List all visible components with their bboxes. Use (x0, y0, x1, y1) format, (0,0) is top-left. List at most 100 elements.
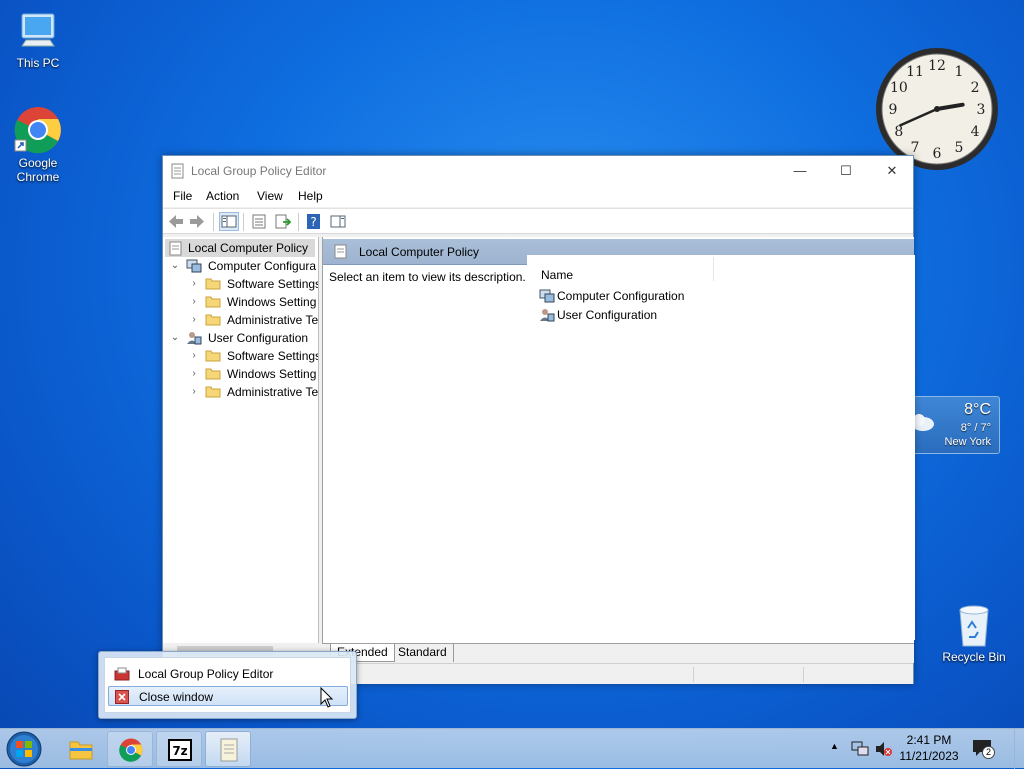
minimize-button[interactable]: — (777, 156, 823, 185)
tree-item-administrative-templates[interactable]: › Administrative Te (163, 383, 318, 401)
tree-item-label: Administrative Te (227, 313, 319, 327)
jumplist-item-label: Close window (139, 690, 214, 704)
clock-numeral: 7 (911, 140, 920, 156)
back-arrow-icon[interactable] (167, 213, 185, 230)
clock-numeral: 2 (971, 80, 980, 96)
taskbar-gpedit[interactable] (205, 731, 251, 767)
weather-range: 8° / 7° (960, 422, 991, 434)
computer-config-icon (539, 289, 555, 303)
folder-icon (205, 368, 221, 380)
chevron-right-icon[interactable]: › (189, 347, 199, 365)
desktop-icon-google-chrome[interactable]: Google Chrome (0, 106, 76, 184)
taskbar-file-explorer[interactable] (58, 731, 104, 767)
menu-action[interactable]: Action (206, 189, 239, 203)
taskbar-clock[interactable]: 2:41 PM 11/21/2023 (896, 732, 962, 764)
close-button[interactable]: ✕ (869, 156, 915, 185)
volume-muted-icon[interactable] (875, 741, 893, 757)
folder-icon (205, 278, 221, 290)
description-text: Select an item to view its description. (329, 270, 526, 284)
tree-pane[interactable]: Local Computer Policy ⌄ Computer Configu… (163, 237, 319, 647)
chevron-right-icon[interactable]: › (189, 383, 199, 401)
chevron-down-icon[interactable]: ⌄ (170, 257, 180, 275)
menu-help[interactable]: Help (298, 189, 323, 203)
desktop-icon-recycle-bin[interactable]: Recycle Bin (936, 602, 1012, 664)
taskbar-chrome[interactable] (107, 731, 153, 767)
tree-item-label: Software Settings (227, 349, 319, 363)
tree-item-software-settings[interactable]: › Software Settings (163, 347, 319, 365)
tree-item-windows-settings[interactable]: › Windows Setting (163, 293, 318, 311)
notification-count-badge: 2 (982, 746, 995, 759)
chevron-right-icon[interactable]: › (189, 365, 199, 383)
tree-item-windows-settings[interactable]: › Windows Setting (163, 365, 318, 383)
gpedit-icon (220, 738, 238, 762)
clock-numeral: 4 (971, 124, 980, 140)
column-header-name[interactable]: Name (541, 268, 573, 282)
properties-icon[interactable] (250, 213, 268, 230)
jumplist-item-gpedit[interactable]: Local Group Policy Editor (108, 664, 348, 684)
clock-numeral: 5 (955, 140, 964, 156)
column-header: Name (527, 255, 915, 283)
items-list[interactable]: Name Computer Configuration User Configu… (527, 255, 915, 640)
desktop-icon-this-pc[interactable]: This PC (0, 10, 76, 70)
chevron-right-icon[interactable]: › (189, 275, 199, 293)
show-hide-tree-icon[interactable] (219, 212, 239, 231)
show-desktop-button[interactable] (1014, 729, 1024, 769)
clock-gadget[interactable]: 12 1 2 3 4 5 6 7 8 9 10 11 (874, 46, 1000, 172)
chevron-right-icon[interactable]: › (189, 311, 199, 329)
desktop-icon-label: Recycle Bin (942, 650, 1006, 664)
7zip-icon: 7z (168, 739, 192, 761)
start-button[interactable] (4, 730, 44, 768)
show-hidden-icons-arrow[interactable]: ▲ (830, 741, 839, 751)
gpedit-window[interactable]: Local Group Policy Editor — ☐ ✕ File Act… (162, 155, 915, 684)
forward-arrow-icon[interactable] (188, 213, 206, 230)
toolbar: ? (163, 208, 913, 234)
window-title: Local Group Policy Editor (191, 164, 327, 178)
tree-item-user-configuration[interactable]: ⌄ User Configuration (163, 329, 318, 347)
window-titlebar[interactable]: Local Group Policy Editor — ☐ ✕ (163, 156, 913, 185)
chevron-down-icon[interactable]: ⌄ (170, 329, 180, 347)
clock-face: 12 12 3 45678 9 1011 (876, 48, 998, 170)
network-icon[interactable] (851, 741, 869, 757)
gpedit-icon (171, 163, 184, 179)
close-window-icon (115, 690, 129, 704)
clock-numeral: 11 (906, 64, 924, 80)
clock-numeral: 9 (889, 102, 898, 118)
tree-item-label: Local Computer Policy (188, 241, 309, 255)
details-pane[interactable]: Local Computer Policy Select an item to … (322, 237, 915, 643)
weather-city: New York (944, 436, 991, 448)
policy-document-icon (169, 241, 182, 256)
help-icon[interactable]: ? (305, 213, 323, 230)
tree-item-administrative-templates[interactable]: › Administrative Te (163, 311, 319, 329)
menu-bar: File Action View Help (163, 185, 913, 207)
tree-item-label: Windows Setting (227, 295, 317, 309)
show-hide-action-pane-icon[interactable] (329, 213, 347, 230)
maximize-button[interactable]: ☐ (823, 156, 869, 185)
export-list-icon[interactable] (274, 213, 292, 230)
folder-icon (205, 296, 221, 308)
file-explorer-icon (69, 741, 93, 760)
tree-item-software-settings[interactable]: › Software Settings (163, 275, 319, 293)
mouse-cursor-icon (320, 687, 334, 708)
tree-item-computer-configuration[interactable]: ⌄ Computer Configura (163, 257, 318, 275)
svg-text:7z: 7z (172, 744, 187, 758)
jumplist-item-close-window[interactable]: Close window (108, 686, 348, 706)
jumplist-item-label: Local Group Policy Editor (138, 667, 274, 681)
tree-item-label: Windows Setting (227, 367, 317, 381)
clock-numeral: 6 (933, 146, 942, 162)
details-header-title: Local Computer Policy (359, 245, 480, 259)
menu-file[interactable]: File (173, 189, 192, 203)
folder-icon (205, 350, 221, 362)
tree-item-label: Software Settings (227, 277, 319, 291)
action-center-button[interactable]: 2 (972, 739, 996, 761)
clock-numeral: 1 (955, 64, 964, 80)
tree-item-label: User Configuration (208, 331, 309, 345)
chevron-right-icon[interactable]: › (189, 293, 199, 311)
tree-item-local-computer-policy[interactable]: Local Computer Policy (165, 239, 315, 257)
computer-icon (21, 13, 55, 47)
taskbar-7zip[interactable]: 7z (156, 731, 202, 767)
list-item-label: User Configuration (557, 308, 658, 322)
taskbar-time: 2:41 PM (906, 733, 952, 747)
weather-gadget[interactable]: 8°C 8° / 7° New York (912, 396, 1000, 454)
tab-standard[interactable]: Standard (392, 644, 454, 662)
menu-view[interactable]: View (257, 189, 283, 203)
